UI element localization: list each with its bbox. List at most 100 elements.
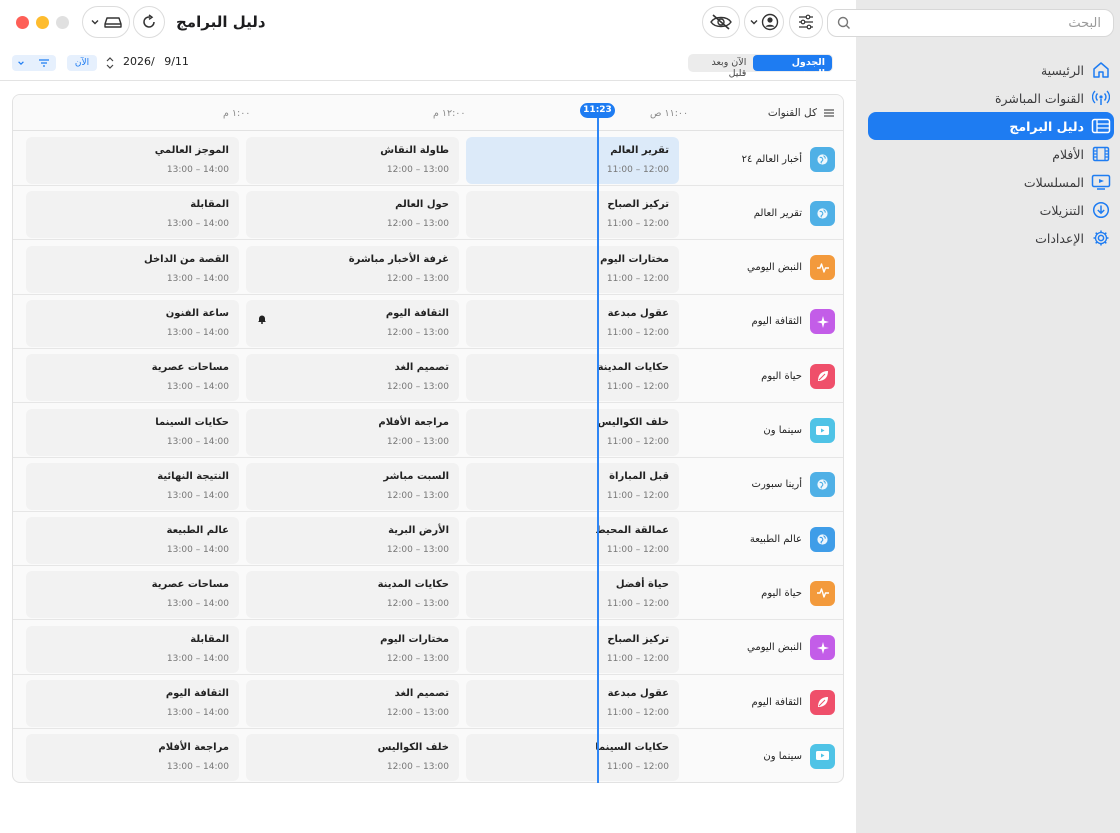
program-time: 12:00 – 13:00 [386,599,449,610]
program-title: مساحات عصرية [151,579,229,591]
program-cell[interactable]: حكايات السينما 11:00 – 12:00 [466,734,679,782]
sidebar-item-download[interactable]: التنزيلات [868,196,1114,224]
now-indicator-line [597,104,599,783]
download-icon [1090,199,1112,221]
program-cell[interactable]: خلف الكواليس 12:00 – 13:00 [246,734,459,782]
channel-cell[interactable]: تقرير العالم [685,186,835,240]
channel-cell[interactable]: حياة اليوم [685,349,835,403]
profile-menu-button[interactable] [744,6,784,38]
program-cell[interactable]: تركيز الصباح 11:00 – 12:00 [466,625,679,673]
all-channels-filter[interactable]: كل القنوات [768,107,835,119]
hide-button[interactable] [702,6,740,38]
program-title: مراجعة الأفلام [158,742,229,754]
program-cell[interactable]: عقول مبدعة 11:00 – 12:00 [466,299,679,347]
date-stepper-icon[interactable] [105,56,115,70]
sidebar-item-label: الإعدادات [1035,230,1084,246]
close-window-button[interactable] [16,16,29,29]
all-channels-label: كل القنوات [767,107,817,119]
now-button[interactable]: الآن [67,55,97,71]
channel-cell[interactable]: أرينا سبورت [685,458,835,512]
program-cell[interactable]: تصميم الغد 12:00 – 13:00 [246,680,459,727]
program-cell[interactable]: عمالقة المحيط 11:00 – 12:00 [466,517,679,565]
program-cell[interactable]: حكايات المدينة 11:00 – 12:00 [466,354,679,402]
program-cell[interactable]: حكايات السينما 13:00 – 14:00 [26,408,239,456]
program-cell[interactable]: الموجز العالمي 13:00 – 14:00 [26,137,239,184]
channel-name: حياة اليوم [761,370,802,382]
cast-menu-button[interactable] [82,6,130,38]
program-cell[interactable]: مراجعة الأفلام 13:00 – 14:00 [26,734,239,782]
program-title: عالم الطبيعة [166,525,229,537]
tab-timeline[interactable]: الجدول الزمني [753,55,832,79]
channel-cell[interactable]: النبض اليومي [685,621,835,675]
channel-cell[interactable]: النبض اليومي [685,241,835,295]
program-cell[interactable]: المقابلة 13:00 – 14:00 [26,191,239,239]
bell-icon[interactable] [257,313,267,324]
channel-name: حياة اليوم [761,587,802,599]
zoom-window-button[interactable] [56,16,69,29]
channel-cell[interactable]: أخبار العالم ٢٤ [685,132,835,186]
date-picker[interactable]: 2026/ 9/11 [123,55,189,68]
refresh-button[interactable] [133,6,165,38]
program-cell[interactable]: طاولة النقاش 12:00 – 13:00 [246,137,459,184]
program-cell[interactable]: تصميم الغد 12:00 – 13:00 [246,354,459,402]
date-day: 9/11 [164,55,189,68]
program-cell[interactable]: حول العالم 12:00 – 13:00 [246,191,459,239]
channel-cell[interactable]: حياة اليوم [685,566,835,620]
program-cell[interactable]: مختارات اليوم 12:00 – 13:00 [246,625,459,673]
program-cell[interactable]: الثقافة اليوم 12:00 – 13:00 [246,299,459,347]
program-cell[interactable]: حياة أفضل 11:00 – 12:00 [466,571,679,619]
table-row: سينما ون خلف الكواليس 11:00 – 12:00 مراجعة … [13,404,843,458]
channel-name: الثقافة اليوم [751,696,802,708]
view-segmented-control[interactable]: الجدول الزمني الآن وبعد قليل [688,54,833,79]
date-year: 2026/ [123,55,155,68]
program-cell[interactable]: الثقافة اليوم 13:00 – 14:00 [26,680,239,727]
sidebar-item-gear[interactable]: الإعدادات [868,224,1114,252]
program-cell[interactable]: عالم الطبيعة 13:00 – 14:00 [26,517,239,565]
program-cell[interactable]: مساحات عصرية 13:00 – 14:00 [26,354,239,402]
tab-now-next[interactable]: الآن وبعد قليل [688,54,752,79]
program-cell[interactable]: الأرض البرية 12:00 – 13:00 [246,517,459,565]
program-title: الأرض البرية [388,525,449,537]
program-cell[interactable]: حكايات المدينة 12:00 – 13:00 [246,571,459,619]
table-row: الثقافة اليوم عقول مبدعة 11:00 – 12:00 الثق… [13,295,843,349]
filters-button[interactable] [789,6,823,38]
program-title: ساعة الفنون [165,307,229,319]
program-cell[interactable]: غرفة الأخبار مباشرة 12:00 – 13:00 [246,245,459,293]
channel-cell[interactable]: الثقافة اليوم [685,295,835,349]
program-cell[interactable]: مراجعة الأفلام 12:00 – 13:00 [246,408,459,456]
search-input[interactable]: البحث [827,9,1114,37]
program-time: 13:00 – 14:00 [166,708,229,718]
sidebar-item-guide[interactable]: دليل البرامج [868,112,1114,140]
program-cell[interactable]: مختارات اليوم 11:00 – 12:00 [466,245,679,293]
program-title: تصميم الغد [394,688,449,699]
program-cell[interactable]: تركيز الصباح 11:00 – 12:00 [466,191,679,239]
minimize-window-button[interactable] [36,16,49,29]
program-cell[interactable]: القصة من الداخل 13:00 – 14:00 [26,245,239,293]
channel-filter-button[interactable] [12,55,56,71]
program-cell[interactable]: النتيجة النهائية 13:00 – 14:00 [26,462,239,510]
table-row: الثقافة اليوم عقول مبدعة 11:00 – 12:00 تصمي… [13,675,843,729]
sidebar-item-tv[interactable]: المسلسلات [868,168,1114,196]
program-time: 12:00 – 13:00 [386,708,449,718]
sidebar-item-broadcast[interactable]: القنوات المباشرة [868,84,1114,112]
program-cell[interactable]: ساعة الفنون 13:00 – 14:00 [26,299,239,347]
channel-cell[interactable]: عالم الطبيعة [685,512,835,566]
sidebar-item-film[interactable]: الأفلام [868,140,1114,168]
sidebar-item-home[interactable]: الرئيسية [868,56,1114,84]
program-cell[interactable]: خلف الكواليس 11:00 – 12:00 [466,408,679,456]
program-time: 11:00 – 12:00 [606,165,669,175]
program-cell[interactable]: السبت مباشر 12:00 – 13:00 [246,462,459,510]
channel-cell[interactable]: سينما ون [685,729,835,782]
channel-cell[interactable]: سينما ون [685,404,835,458]
program-cell[interactable]: قبل المباراة 11:00 – 12:00 [466,462,679,510]
channel-logo-play-icon [810,743,835,769]
channel-cell[interactable]: الثقافة اليوم [685,675,835,729]
program-cell[interactable]: عقول مبدعة 11:00 – 12:00 [466,680,679,727]
channel-name: الثقافة اليوم [751,316,802,328]
page-title: دليل البرامج [176,13,266,31]
program-title: القصة من الداخل [144,253,229,265]
program-cell[interactable]: مساحات عصرية 13:00 – 14:00 [26,571,239,619]
program-time: 12:00 – 13:00 [386,165,449,175]
program-cell[interactable]: المقابلة 13:00 – 14:00 [26,625,239,673]
program-cell[interactable]: تقرير العالم 11:00 – 12:00 [466,137,679,184]
